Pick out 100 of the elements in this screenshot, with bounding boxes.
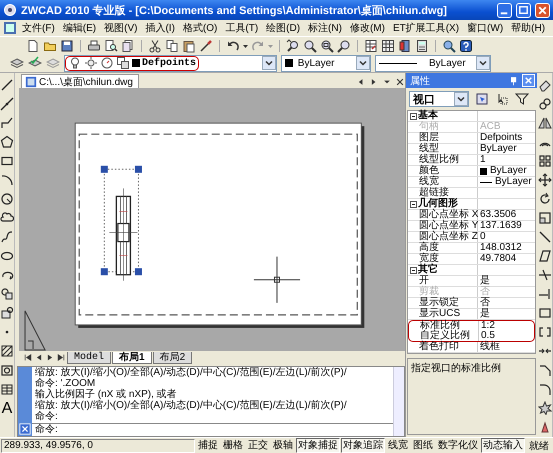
menu-item[interactable]: 文件(F)	[19, 20, 58, 36]
document-stack-icon[interactable]	[121, 38, 135, 52]
status-toggle-button[interactable]: 动态输入	[481, 438, 525, 453]
menu-item[interactable]: 插入(I)	[142, 20, 178, 36]
status-toggle-button[interactable]: 捕捉	[196, 438, 220, 453]
property-value[interactable]: 0	[478, 232, 535, 242]
pentagon-icon[interactable]	[0, 135, 14, 149]
text-tool-button[interactable]: A	[2, 401, 12, 417]
arc-icon[interactable]	[0, 173, 14, 187]
magnifier-arrows-icon[interactable]	[286, 38, 300, 52]
copy-icon[interactable]	[165, 38, 179, 52]
property-value[interactable]: 137.1639	[478, 221, 535, 231]
block-icon[interactable]	[0, 306, 14, 320]
command-input[interactable]: 命令:	[32, 423, 393, 436]
construction-line-icon[interactable]	[0, 97, 14, 111]
layout-tab[interactable]: Model	[67, 352, 112, 364]
diagonal-line-icon[interactable]	[538, 230, 552, 244]
parallelogram-icon[interactable]	[538, 249, 552, 263]
rounded-corner-icon[interactable]	[538, 382, 552, 396]
status-toggle-button[interactable]: 对象追踪	[341, 438, 385, 453]
minimize-icon[interactable]	[497, 2, 512, 18]
grid-squares-icon[interactable]	[538, 154, 552, 168]
calculator-icon[interactable]	[415, 38, 429, 52]
menu-item[interactable]: 视图(V)	[101, 20, 140, 36]
status-toggle-button[interactable]: 极轴	[271, 438, 295, 453]
close-icon[interactable]	[395, 76, 405, 88]
menu-item[interactable]: 修改(M)	[346, 20, 388, 36]
document-app-icon[interactable]	[3, 21, 17, 35]
layer-dropdown[interactable]: Defpoints	[64, 54, 277, 72]
table-grid-icon[interactable]	[364, 38, 378, 52]
property-value[interactable]: 0.5	[479, 331, 534, 341]
collapse-icon[interactable]	[408, 266, 418, 274]
first-tab-icon[interactable]	[23, 352, 33, 363]
property-value[interactable]: 是	[478, 309, 535, 319]
menu-item[interactable]: 帮助(H)	[508, 20, 548, 36]
property-value[interactable]: 49.7804	[478, 254, 535, 264]
four-arrows-icon[interactable]	[538, 173, 552, 187]
property-value[interactable]: Defpoints	[478, 133, 535, 143]
linetype-dropdown[interactable]: ByLayer	[375, 54, 491, 72]
document-tab[interactable]: C:\...\桌面\chilun.dwg	[21, 74, 139, 88]
region-icon[interactable]	[0, 363, 14, 377]
circles-icon[interactable]	[538, 97, 552, 111]
scrollbar[interactable]	[393, 367, 404, 436]
menu-item[interactable]: 标注(N)	[305, 20, 345, 36]
status-toggle-button[interactable]: 栅格	[221, 438, 245, 453]
status-toggle-button[interactable]: 对象捕捉	[296, 438, 340, 453]
rectangle-icon[interactable]	[538, 306, 552, 320]
corner-icon[interactable]	[538, 363, 552, 377]
collapse-icon[interactable]	[408, 112, 418, 120]
save-icon[interactable]	[60, 38, 74, 52]
brush-icon[interactable]	[199, 38, 213, 52]
paste-icon[interactable]	[182, 38, 196, 52]
squares-icon[interactable]	[538, 211, 552, 225]
rotate-arrow-icon[interactable]	[538, 192, 552, 206]
property-value[interactable]: 148.0312	[478, 243, 535, 253]
object-type-dropdown[interactable]: 视口	[409, 91, 469, 107]
collapse-icon[interactable]	[408, 200, 418, 208]
filter-icon[interactable]	[515, 92, 529, 106]
next-tab-icon[interactable]	[45, 352, 55, 363]
magnifier-window-icon[interactable]	[320, 38, 334, 52]
property-value[interactable]: 是	[478, 276, 535, 286]
viewport-border[interactable]	[104, 168, 139, 272]
property-value[interactable]: ByLayer	[490, 166, 527, 176]
menu-item[interactable]: ET扩展工具(X)	[390, 20, 462, 36]
status-toggle-button[interactable]: 数字化仪	[436, 438, 480, 453]
menu-item[interactable]: 工具(T)	[222, 20, 262, 36]
extend-line-icon[interactable]	[538, 287, 552, 301]
layout-tab[interactable]: 布局2	[152, 352, 192, 364]
undo-icon[interactable]	[226, 38, 240, 52]
eraser-icon[interactable]	[538, 78, 552, 92]
scissors-icon[interactable]	[148, 38, 162, 52]
magnifier-icon[interactable]	[303, 38, 317, 52]
spline-icon[interactable]	[0, 230, 14, 244]
previous-tab-icon[interactable]	[34, 352, 44, 363]
blocks-icon[interactable]	[0, 287, 14, 301]
property-value[interactable]: 否	[478, 298, 535, 308]
crossing-lines-icon[interactable]	[538, 268, 552, 282]
magnifier-icon[interactable]	[442, 38, 456, 52]
mirror-triangles-icon[interactable]	[538, 116, 552, 130]
layers-icon[interactable]	[10, 56, 24, 70]
property-value[interactable]: ByLayer	[478, 144, 535, 154]
printer-icon[interactable]	[87, 38, 101, 52]
line-icon[interactable]	[0, 78, 14, 92]
drawing-canvas[interactable]	[19, 88, 405, 351]
status-toggle-button[interactable]: 正交	[246, 438, 270, 453]
close-icon[interactable]	[19, 423, 31, 435]
color-dropdown[interactable]: ByLayer	[281, 54, 371, 72]
property-value[interactable]: 线框	[478, 342, 535, 352]
grid-icon[interactable]	[381, 38, 395, 52]
property-value[interactable]: 63.3506	[478, 210, 535, 220]
select-objects-icon[interactable]	[475, 92, 489, 106]
menu-item[interactable]: 格式(O)	[180, 20, 220, 36]
property-value[interactable]: 1:2	[479, 321, 534, 331]
preview-icon[interactable]	[104, 38, 118, 52]
help-icon[interactable]	[459, 38, 473, 52]
ellipse-icon[interactable]	[0, 249, 14, 263]
magnifier-back-icon[interactable]	[337, 38, 351, 52]
last-tab-icon[interactable]	[56, 352, 66, 363]
status-toggle-button[interactable]: 线宽	[386, 438, 410, 453]
property-value[interactable]: 1	[478, 155, 535, 165]
